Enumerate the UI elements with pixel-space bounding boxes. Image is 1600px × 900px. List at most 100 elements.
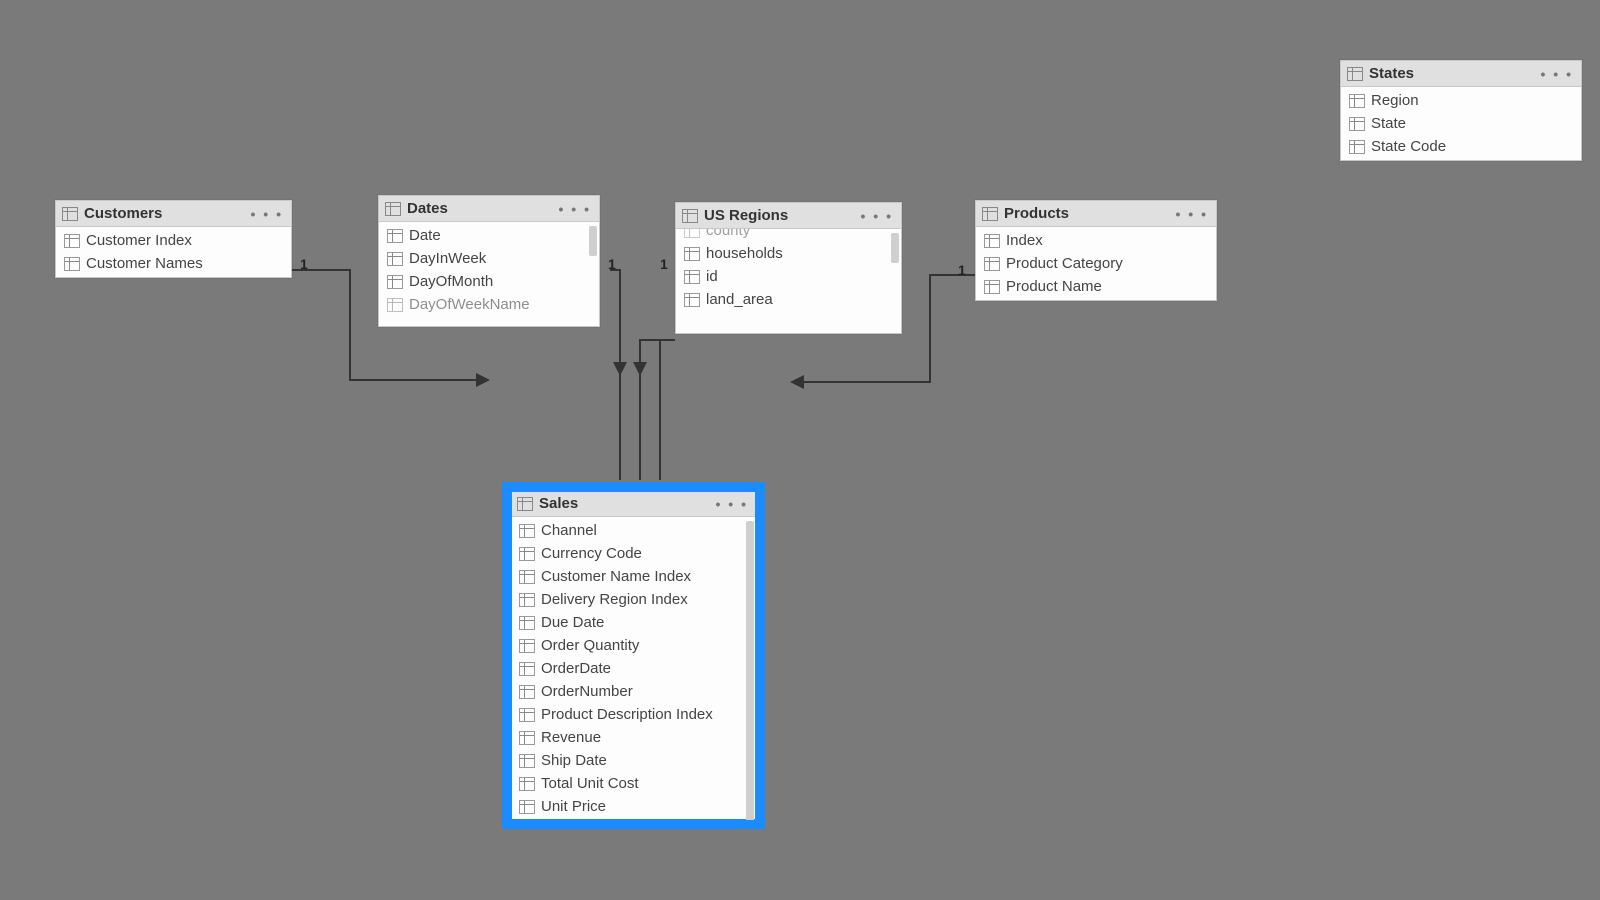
field[interactable]: Product Description Index: [511, 703, 756, 726]
more-options-icon[interactable]: • • •: [559, 201, 593, 217]
column-icon: [519, 800, 535, 814]
field[interactable]: county: [676, 229, 901, 242]
field[interactable]: Product Category: [976, 252, 1216, 275]
cardinality-label: 1: [300, 256, 308, 272]
table-dates[interactable]: Dates • • • Date DayInWeek DayOfMonth Da…: [378, 195, 600, 327]
table-icon: [385, 202, 401, 216]
column-icon: [519, 754, 535, 768]
field[interactable]: OrderDate: [511, 657, 756, 680]
field[interactable]: Date: [379, 224, 599, 247]
column-icon: [519, 708, 535, 722]
table-header[interactable]: Products • • •: [976, 201, 1216, 227]
more-options-icon[interactable]: • • •: [1176, 206, 1210, 222]
field[interactable]: Customer Names: [56, 252, 291, 275]
column-icon: [984, 280, 1000, 294]
field[interactable]: DayOfMonth: [379, 270, 599, 293]
more-options-icon[interactable]: • • •: [1541, 66, 1575, 82]
column-icon: [984, 234, 1000, 248]
table-icon: [982, 207, 998, 221]
cardinality-label: 1: [608, 256, 616, 272]
field[interactable]: Total Unit Cost: [511, 772, 756, 795]
table-header[interactable]: Dates • • •: [379, 196, 599, 222]
field[interactable]: State Code: [1341, 135, 1581, 158]
cardinality-label: 1: [660, 256, 668, 272]
table-states[interactable]: States • • • Region State State Code: [1340, 60, 1582, 161]
column-icon: [387, 252, 403, 266]
column-icon: [387, 229, 403, 243]
field[interactable]: id: [676, 265, 901, 288]
field-list: county households id land_area: [676, 229, 901, 333]
table-title: Dates: [407, 200, 559, 217]
table-icon: [1347, 67, 1363, 81]
more-options-icon[interactable]: • • •: [251, 206, 285, 222]
table-title: US Regions: [704, 207, 861, 224]
column-icon: [519, 524, 535, 538]
column-icon: [64, 257, 80, 271]
table-icon: [62, 207, 78, 221]
column-icon: [519, 662, 535, 676]
column-icon: [519, 685, 535, 699]
field[interactable]: Currency Code: [511, 542, 756, 565]
column-icon: [684, 270, 700, 284]
scrollbar[interactable]: [891, 233, 899, 263]
table-customers[interactable]: Customers • • • Customer Index Customer …: [55, 200, 292, 278]
field[interactable]: land_area: [676, 288, 901, 311]
column-icon: [519, 731, 535, 745]
field-list: Channel Currency Code Customer Name Inde…: [511, 517, 756, 820]
field[interactable]: Order Quantity: [511, 634, 756, 657]
table-title: Customers: [84, 205, 251, 222]
column-icon: [1349, 117, 1365, 131]
column-icon: [684, 247, 700, 261]
more-options-icon[interactable]: • • •: [861, 208, 895, 224]
field[interactable]: OrderNumber: [511, 680, 756, 703]
column-icon: [387, 298, 403, 312]
column-icon: [519, 777, 535, 791]
field[interactable]: Revenue: [511, 726, 756, 749]
table-icon: [682, 209, 698, 223]
table-products[interactable]: Products • • • Index Product Category Pr…: [975, 200, 1217, 301]
field[interactable]: Unit Price: [511, 795, 756, 818]
column-icon: [519, 616, 535, 630]
field[interactable]: DayOfWeekName: [379, 293, 599, 316]
table-header[interactable]: Sales • • •: [511, 491, 756, 517]
column-icon: [387, 275, 403, 289]
table-header[interactable]: Customers • • •: [56, 201, 291, 227]
field[interactable]: Channel: [511, 519, 756, 542]
field-list: Index Product Category Product Name: [976, 227, 1216, 300]
field[interactable]: Customer Index: [56, 229, 291, 252]
field[interactable]: State: [1341, 112, 1581, 135]
column-icon: [1349, 94, 1365, 108]
table-header[interactable]: States • • •: [1341, 61, 1581, 87]
field[interactable]: Index: [976, 229, 1216, 252]
field-list: Date DayInWeek DayOfMonth DayOfWeekName: [379, 222, 599, 326]
table-icon: [517, 497, 533, 511]
column-icon: [519, 593, 535, 607]
field-list: Customer Index Customer Names: [56, 227, 291, 277]
column-icon: [64, 234, 80, 248]
field[interactable]: households: [676, 242, 901, 265]
scrollbar[interactable]: [589, 226, 597, 256]
field[interactable]: Ship Date: [511, 749, 756, 772]
table-usregions[interactable]: US Regions • • • county households id la…: [675, 202, 902, 334]
column-icon: [519, 639, 535, 653]
column-icon: [519, 547, 535, 561]
table-title: Products: [1004, 205, 1176, 222]
column-icon: [1349, 140, 1365, 154]
field[interactable]: Product Name: [976, 275, 1216, 298]
field[interactable]: Due Date: [511, 611, 756, 634]
table-sales[interactable]: Sales • • • Channel Currency Code Custom…: [510, 490, 757, 821]
column-icon: [519, 570, 535, 584]
column-icon: [984, 257, 1000, 271]
field[interactable]: DayInWeek: [379, 247, 599, 270]
cardinality-label: 1: [958, 262, 966, 278]
column-icon: [684, 229, 700, 238]
table-title: Sales: [539, 495, 716, 512]
table-title: States: [1369, 65, 1541, 82]
column-icon: [684, 293, 700, 307]
more-options-icon[interactable]: • • •: [716, 496, 750, 512]
field[interactable]: Region: [1341, 89, 1581, 112]
field[interactable]: Customer Name Index: [511, 565, 756, 588]
table-header[interactable]: US Regions • • •: [676, 203, 901, 229]
field[interactable]: Delivery Region Index: [511, 588, 756, 611]
scrollbar[interactable]: [746, 521, 754, 820]
